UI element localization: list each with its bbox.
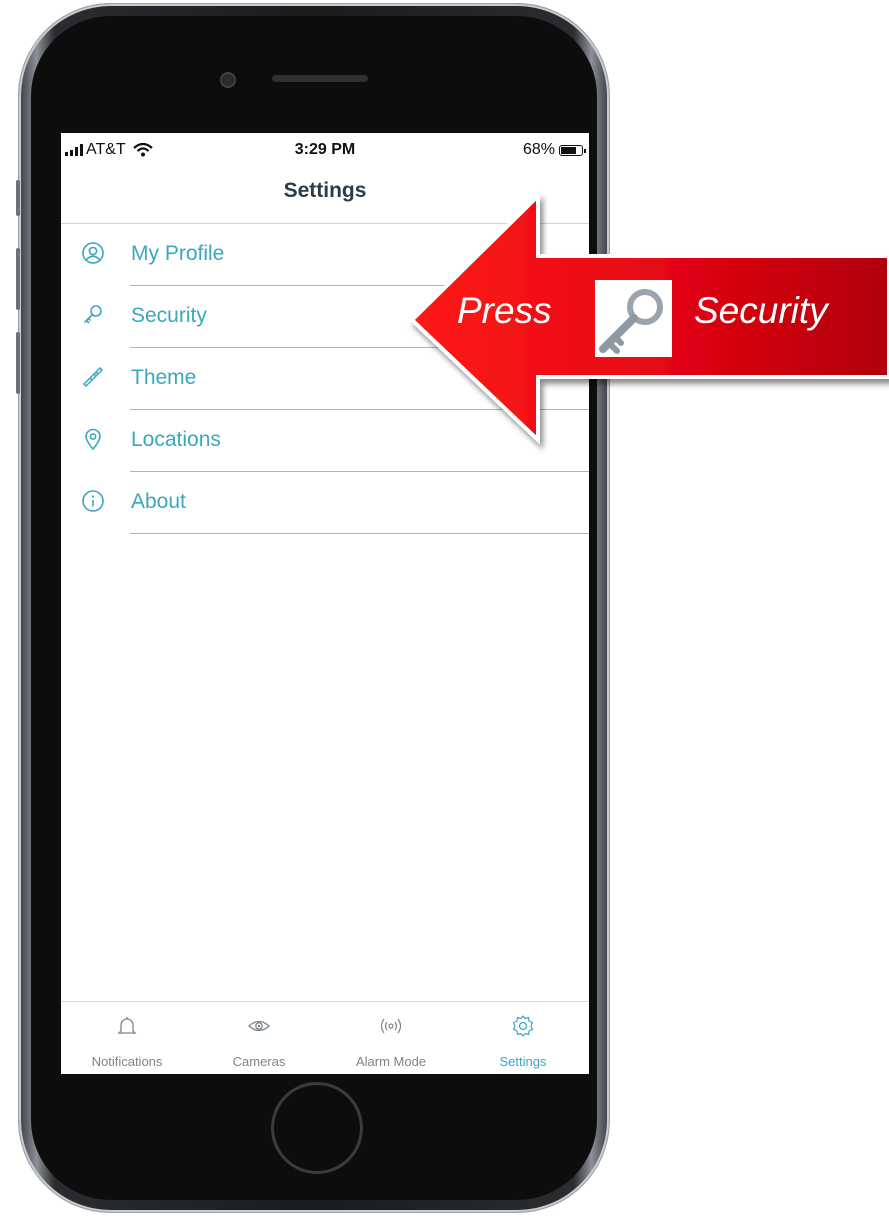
clock-label: 3:29 PM xyxy=(294,141,356,158)
menu-label-security: Security xyxy=(131,304,207,327)
tab-settings[interactable]: Settings xyxy=(457,1002,589,1074)
map-pin-icon xyxy=(85,428,101,451)
mute-switch xyxy=(16,180,20,216)
menu-divider xyxy=(130,533,589,534)
tab-bar: Notifications Cameras Alarm Mode Setting… xyxy=(61,1001,589,1074)
gear-icon xyxy=(512,1015,534,1037)
page-title: Settings xyxy=(283,179,367,202)
volume-up-button xyxy=(16,248,20,310)
callout-press-label: Press xyxy=(457,290,552,331)
paintbrush-icon xyxy=(82,366,104,388)
user-circle-icon xyxy=(82,242,104,264)
tab-label-alarm-mode: Alarm Mode xyxy=(355,1054,427,1069)
bell-icon xyxy=(117,1017,137,1034)
eye-icon xyxy=(248,1020,270,1032)
callout-key-tile xyxy=(595,280,672,357)
tab-label-cameras: Cameras xyxy=(232,1054,286,1069)
callout-security-label: Security xyxy=(694,290,828,331)
settings-menu: My Profile Security Theme Locations Abou… xyxy=(61,224,589,534)
battery-percent-label: 68% xyxy=(522,141,555,158)
status-right: 68% xyxy=(522,141,586,159)
menu-label-my-profile: My Profile xyxy=(131,242,225,265)
info-icon xyxy=(82,490,104,512)
broadcast-icon xyxy=(380,1018,402,1034)
menu-item-my-profile[interactable]: My Profile xyxy=(61,224,589,286)
tab-notifications[interactable]: Notifications xyxy=(61,1002,193,1074)
home-button[interactable] xyxy=(271,1082,363,1174)
menu-item-about[interactable]: About xyxy=(61,472,589,534)
tutorial-stage: AT&T 3:29 PM 68% Settings My Profile Sec… xyxy=(0,0,889,1217)
earpiece-speaker xyxy=(272,75,368,82)
app-screen: AT&T 3:29 PM 68% Settings My Profile Sec… xyxy=(61,133,589,1074)
tab-label-notifications: Notifications xyxy=(91,1054,163,1069)
tab-cameras[interactable]: Cameras xyxy=(193,1002,325,1074)
menu-item-locations[interactable]: Locations xyxy=(61,410,589,472)
battery-icon xyxy=(559,144,586,156)
key-icon xyxy=(84,305,102,324)
menu-label-theme: Theme xyxy=(131,366,197,389)
status-bar: AT&T 3:29 PM 68% xyxy=(61,133,589,165)
menu-item-theme[interactable]: Theme xyxy=(61,348,589,410)
key-icon xyxy=(599,289,663,354)
menu-label-locations: Locations xyxy=(131,428,221,451)
volume-down-button xyxy=(16,332,20,394)
menu-label-about: About xyxy=(131,490,186,513)
front-camera xyxy=(220,72,236,88)
tab-alarm-mode[interactable]: Alarm Mode xyxy=(325,1002,457,1074)
tab-label-settings: Settings xyxy=(499,1054,547,1069)
